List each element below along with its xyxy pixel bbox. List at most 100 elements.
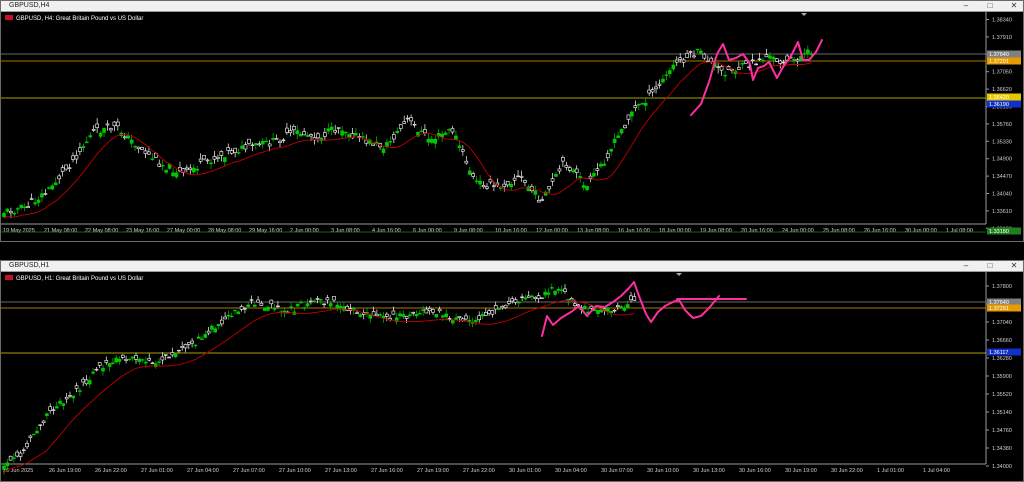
- candle-body: [305, 303, 310, 307]
- candle-body: [160, 165, 165, 167]
- candle-body: [585, 186, 589, 191]
- candle-body: [188, 167, 193, 171]
- maximize-icon[interactable]: □: [985, 261, 995, 271]
- candle-body: [249, 299, 254, 301]
- candle-body: [243, 308, 247, 310]
- candle-body: [523, 180, 527, 183]
- window-titlebar[interactable]: GBPUSD,H1 – □ ✕: [1, 261, 1023, 272]
- candle-body: [454, 135, 458, 140]
- candle-body: [381, 148, 386, 153]
- candle-body: [116, 121, 120, 127]
- candle-body: [421, 309, 425, 312]
- candle-body: [487, 310, 491, 314]
- candle-body: [85, 141, 89, 144]
- candle-body: [143, 150, 148, 154]
- price-tick-label: 1.34900: [992, 157, 1012, 163]
- hand-drawn-annotation: [690, 39, 823, 116]
- candle-body: [22, 206, 27, 209]
- candle-body: [260, 140, 265, 145]
- candle-body: [289, 306, 293, 308]
- candle-body: [81, 146, 86, 149]
- candle-body: [38, 424, 43, 426]
- candle-body: [272, 307, 277, 310]
- candle-body: [223, 316, 227, 320]
- candle-body: [424, 308, 429, 314]
- candle-body: [554, 173, 558, 177]
- candle-body: [68, 395, 72, 397]
- candle-body: [688, 51, 693, 53]
- candle-body: [364, 139, 369, 144]
- candle-body: [91, 371, 95, 374]
- time-tick-label: 30 Jun 16:00: [739, 468, 771, 474]
- candle-body: [740, 63, 745, 65]
- candle-body: [212, 156, 217, 160]
- candle-body: [64, 164, 68, 170]
- time-tick-label: 13 Jun 08:00: [577, 228, 609, 234]
- candle-body: [520, 296, 524, 298]
- candle-body: [78, 147, 82, 152]
- chart-window-h4[interactable]: GBPUSD,H4 – □ ✕ GBPUSD, H4: Great Britai…: [0, 0, 1024, 242]
- candle-body: [502, 183, 507, 187]
- candle-body: [127, 358, 132, 361]
- candle-body: [540, 297, 544, 299]
- candle-body: [478, 180, 482, 185]
- candle-body: [133, 146, 137, 148]
- candle-body: [124, 359, 128, 361]
- candle-body: [309, 300, 313, 303]
- candle-body: [355, 312, 359, 315]
- candle-body: [533, 296, 538, 299]
- candle-body: [322, 303, 326, 306]
- price-badge-text: 1.36420: [989, 95, 1009, 101]
- candle-body: [543, 291, 548, 296]
- candle-body: [54, 406, 59, 409]
- candle-body: [384, 313, 389, 317]
- candle-body: [441, 315, 445, 318]
- time-tick-label: 30 Jun 00:00: [905, 228, 937, 234]
- candle-body: [329, 126, 334, 131]
- candle-body: [578, 176, 582, 178]
- candle-body: [347, 134, 351, 138]
- candle-body: [556, 288, 561, 291]
- time-tick-label: 27 May 00:00: [167, 228, 200, 234]
- candle-body: [134, 355, 138, 360]
- minimize-icon[interactable]: –: [961, 261, 971, 271]
- candle-body: [408, 314, 412, 316]
- window-titlebar[interactable]: GBPUSD,H4 – □ ✕: [1, 1, 1023, 12]
- maximize-icon[interactable]: □: [985, 1, 995, 11]
- candle-body: [267, 143, 272, 147]
- candle-body: [371, 143, 375, 146]
- candle-body: [206, 330, 211, 334]
- price-badge-text: 1.37640: [989, 52, 1009, 58]
- candle-body: [447, 129, 451, 131]
- candle-body: [71, 395, 76, 399]
- candle-body: [25, 443, 29, 448]
- minimize-icon[interactable]: –: [961, 1, 971, 11]
- price-tick-label: 1.37800: [992, 284, 1012, 290]
- candle-body: [553, 290, 557, 295]
- close-icon[interactable]: ✕: [1009, 261, 1019, 271]
- candle-body: [196, 336, 201, 339]
- time-tick-label: 26 Jun 19:00: [49, 468, 81, 474]
- price-chart-h1[interactable]: GBPUSD, H1: Great Britain Pound vs US Do…: [1, 272, 1023, 482]
- candle-body: [19, 204, 24, 208]
- price-chart-h4[interactable]: GBPUSD, H4: Great Britain Pound vs US Do…: [1, 12, 1023, 242]
- candle-body: [28, 435, 33, 438]
- candle-body: [398, 313, 402, 317]
- candle-body: [202, 154, 206, 160]
- candle-body: [423, 129, 427, 134]
- candle-body: [457, 316, 462, 319]
- chart-window-h1[interactable]: GBPUSD,H1 – □ ✕ GBPUSD, H1: Great Britai…: [0, 260, 1024, 482]
- time-tick-label: 27 Jun 13:00: [325, 468, 357, 474]
- candle-body: [157, 163, 162, 167]
- candle-body: [144, 361, 148, 364]
- candle-body: [550, 178, 555, 182]
- close-icon[interactable]: ✕: [1009, 1, 1019, 11]
- candle-body: [516, 175, 520, 178]
- candle-body: [130, 356, 135, 359]
- candle-body: [246, 304, 250, 307]
- candle-body: [398, 124, 403, 129]
- time-tick-label: 30 Jun 22:00: [831, 468, 863, 474]
- candle-body: [371, 311, 376, 316]
- candle-body: [492, 185, 496, 187]
- candle-body: [405, 117, 410, 120]
